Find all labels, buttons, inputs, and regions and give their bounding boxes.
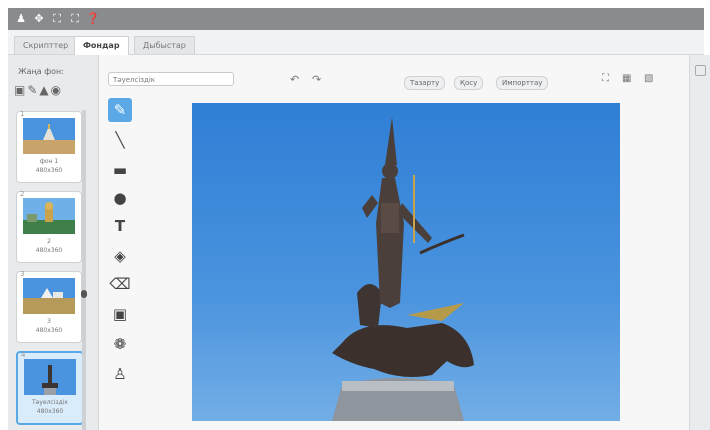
thumb-image [23, 198, 75, 234]
backdrop-list-scrollbar[interactable] [82, 110, 86, 430]
thumb-name: Тәуелсіздік [31, 399, 69, 406]
fill-icon[interactable]: ◈ [108, 244, 132, 268]
right-panel-edge [689, 55, 710, 430]
flip-vertical-icon[interactable]: ▧ [644, 73, 653, 84]
import-button[interactable]: Импорттау [496, 76, 549, 90]
new-backdrop-label: Жаңа фон: [18, 67, 64, 76]
rectangle-icon[interactable]: ▬ [108, 158, 132, 182]
drawing-canvas[interactable] [192, 103, 620, 421]
tab-backdrops[interactable]: Фондар [74, 36, 129, 55]
add-button[interactable]: Қосу [454, 76, 484, 90]
shrink-icon[interactable]: ⛶ [68, 12, 82, 26]
thumb-image [24, 359, 76, 395]
stamp-icon[interactable]: ❁ [108, 332, 132, 356]
thumb-size: 480x360 [35, 247, 63, 254]
costume-name-input[interactable]: Тәуелсіздік [108, 72, 234, 86]
person-icon[interactable]: ♟ [14, 12, 28, 26]
camera-icon[interactable]: ◉ [51, 83, 63, 97]
select-icon[interactable]: ▣ [108, 302, 132, 326]
thumb-size: 480x360 [35, 167, 63, 174]
thumb-index: 3 [20, 270, 25, 278]
thumb-index: 2 [20, 190, 25, 198]
help-icon[interactable]: ❓ [86, 12, 100, 26]
thumb-size: 480x360 [36, 408, 64, 415]
duplicate-icon[interactable]: ♙ [108, 362, 132, 386]
line-icon[interactable]: ╲ [108, 128, 132, 152]
move-icon[interactable]: ✥ [32, 12, 46, 26]
backdrop-thumb-2[interactable]: 2 2 480x360 [16, 190, 82, 263]
tab-scripts[interactable]: Скрипттер [14, 36, 78, 54]
backdrop-thumb-3[interactable]: 3 3 480x360 [16, 270, 82, 343]
clear-button[interactable]: Тазарту [404, 76, 446, 90]
upload-icon[interactable]: ▲ [39, 83, 50, 97]
thumb-index: 4 [21, 351, 26, 359]
thumb-size: 480x360 [35, 327, 63, 334]
tab-bar: Скрипттер Фондар Дыбыстар [8, 30, 704, 55]
backdrop-thumb-4[interactable]: 4 Тәуелсіздік 480x360 [16, 351, 84, 425]
panel-toggle-icon[interactable] [695, 65, 706, 76]
set-center-icon[interactable]: ⛶ [602, 73, 609, 84]
tab-sounds[interactable]: Дыбыстар [134, 36, 195, 54]
thumb-name: 2 [47, 238, 51, 245]
thumb-name: 3 [47, 318, 51, 325]
new-backdrop-icons: ▣✎▲◉ [14, 83, 63, 97]
undo-icon[interactable]: ↶ [290, 73, 299, 86]
thumb-name: фон 1 [39, 158, 59, 165]
ellipse-icon[interactable]: ● [108, 186, 132, 210]
eraser-icon[interactable]: ⌫ [108, 272, 132, 296]
top-toolbar: ♟ ✥ ⛶ ⛶ ❓ [8, 8, 704, 30]
grow-icon[interactable]: ⛶ [50, 12, 64, 26]
brush-icon[interactable]: ✎ [108, 98, 132, 122]
library-icon[interactable]: ▣ [14, 83, 27, 97]
statue-image [332, 117, 474, 421]
thumb-image [23, 278, 75, 314]
flip-horizontal-icon[interactable]: ▦ [622, 73, 631, 84]
scrollbar-thumb[interactable] [81, 290, 87, 298]
paint-icon[interactable]: ✎ [27, 83, 39, 97]
thumb-image [23, 118, 75, 154]
thumb-index: 1 [20, 110, 25, 118]
redo-icon[interactable]: ↷ [312, 73, 321, 86]
backdrop-thumb-1[interactable]: 1 фон 1 480x360 [16, 110, 82, 183]
text-icon[interactable]: T [108, 214, 132, 238]
